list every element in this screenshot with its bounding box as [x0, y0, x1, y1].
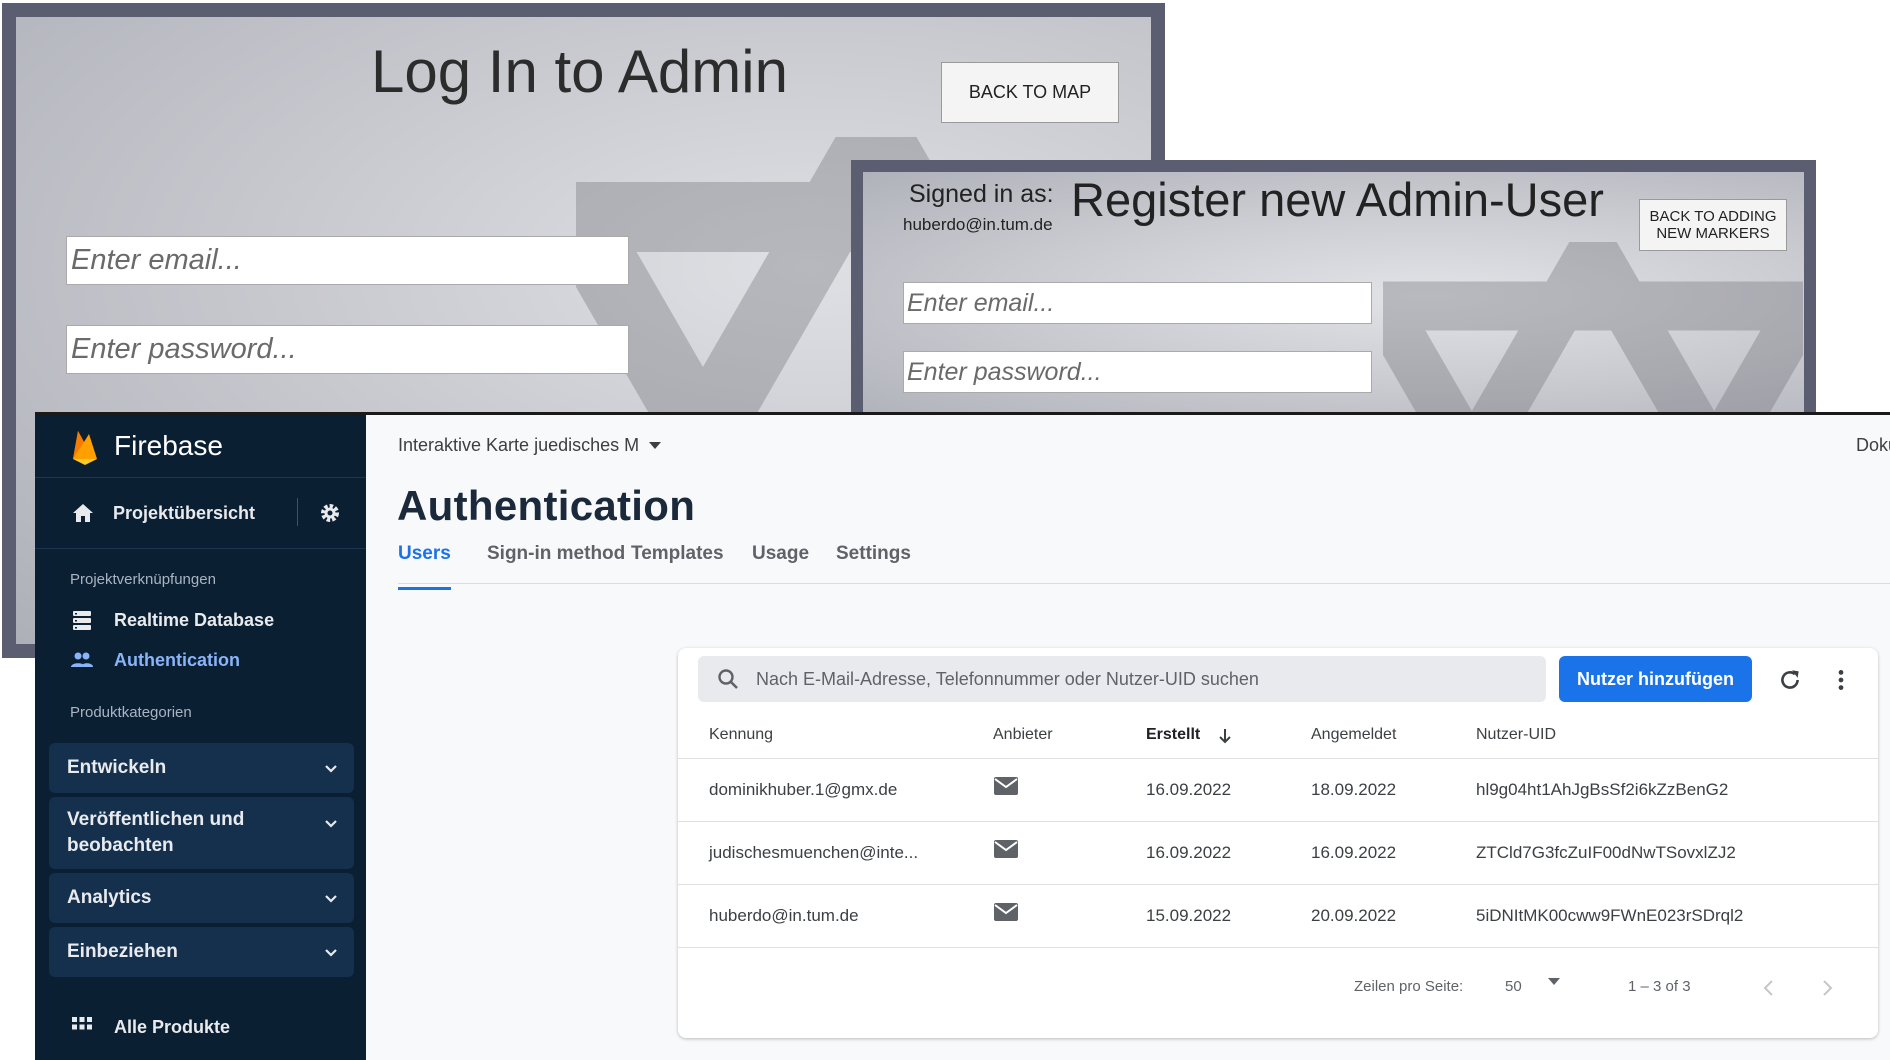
cell-kennung: huberdo@in.tum.de — [709, 906, 859, 925]
tab-bar: Users Sign-in method Templates Usage Set… — [398, 543, 1890, 590]
project-selector[interactable]: Interaktive Karte juedisches M — [398, 435, 662, 456]
search-icon — [718, 669, 738, 689]
tab-sign-in-method[interactable]: Sign-in method — [487, 543, 625, 565]
database-icon — [73, 611, 91, 630]
table-row[interactable]: dominikhuber.1@gmx.de 16.09.2022 18.09.2… — [678, 759, 1878, 822]
category-entwickeln[interactable]: Entwickeln — [49, 743, 354, 793]
cell-uid: 5iDNItMK00cww9FWnE023rSDrql2 — [1476, 906, 1744, 925]
sidebar-item-authentication[interactable]: Authentication — [70, 640, 366, 680]
tab-settings[interactable]: Settings — [836, 543, 911, 565]
tab-users[interactable]: Users — [398, 543, 451, 590]
sidebar-item-all-products[interactable]: Alle Produkte — [70, 1007, 366, 1047]
back-button-line1: BACK TO ADDING — [1649, 208, 1777, 225]
register-email-field[interactable]: Enter email... — [903, 282, 1372, 324]
cell-angemeldet: 16.09.2022 — [1311, 843, 1397, 862]
signed-in-label: Signed in as: — [909, 180, 1054, 208]
star-decoration — [1383, 242, 1803, 420]
firebase-console: Firebase Projektübersicht Projektverknüp… — [35, 412, 1890, 1060]
column-kennung[interactable]: Kennung — [709, 726, 773, 744]
sort-arrow-down-icon[interactable] — [1216, 727, 1234, 745]
tab-usage[interactable]: Usage — [752, 543, 809, 565]
table-header: Kennung Anbieter Erstellt Angemeldet Nut… — [678, 712, 1878, 759]
overview-label: Projektübersicht — [113, 502, 256, 523]
chevron-down-icon — [325, 820, 337, 828]
home-icon — [73, 504, 93, 522]
sidebar-item-realtime-database[interactable]: Realtime Database — [70, 600, 366, 640]
back-to-map-button[interactable]: BACK TO MAP — [941, 62, 1119, 123]
chevron-down-icon — [325, 895, 337, 903]
register-title: Register new Admin-User — [1071, 173, 1604, 226]
signed-in-email: huberdo@in.tum.de — [903, 215, 1053, 234]
rows-per-page-label: Zeilen pro Seite: — [1354, 978, 1464, 995]
refresh-icon[interactable] — [1777, 667, 1803, 693]
table-pagination: Zeilen pro Seite: 50 1 – 3 of 3 — [678, 968, 1878, 1008]
category-label: Analytics — [67, 887, 152, 908]
cell-angemeldet: 20.09.2022 — [1311, 906, 1397, 925]
cell-erstellt: 15.09.2022 — [1146, 906, 1232, 925]
main-content: Interaktive Karte juedisches M Doku Auth… — [366, 415, 1890, 1060]
add-user-button[interactable]: Nutzer hinzufügen — [1559, 656, 1752, 702]
mail-icon — [994, 840, 1018, 858]
search-placeholder: Nach E-Mail-Adresse, Telefonnummer oder … — [756, 668, 1259, 689]
category-einbeziehen[interactable]: Einbeziehen — [49, 927, 354, 977]
tab-templates[interactable]: Templates — [631, 543, 724, 565]
password-field[interactable]: Enter password... — [66, 325, 629, 374]
column-erstellt[interactable]: Erstellt — [1146, 726, 1200, 744]
category-label: Entwickeln — [67, 757, 167, 778]
caret-down-icon — [649, 442, 662, 449]
page-title: Authentication — [397, 482, 696, 529]
mail-icon — [994, 903, 1018, 921]
sidebar-item-label: Realtime Database — [114, 609, 275, 630]
page-range: 1 – 3 of 3 — [1628, 978, 1691, 995]
caret-down-icon[interactable] — [1548, 978, 1560, 985]
chevron-right-icon[interactable] — [1816, 977, 1838, 999]
more-vert-icon[interactable] — [1828, 667, 1854, 693]
section-product-categories: Produktkategorien — [70, 704, 192, 721]
email-field[interactable]: Enter email... — [66, 236, 629, 285]
register-background: Signed in as: huberdo@in.tum.de Register… — [863, 172, 1804, 420]
category-veroeffentlichen[interactable]: Veröffentlichen und beobachten — [49, 797, 354, 869]
chevron-left-icon[interactable] — [1758, 977, 1780, 999]
category-label: Veröffentlichen und beobachten — [67, 809, 245, 856]
brand-name: Firebase — [114, 430, 223, 461]
users-icon — [71, 652, 93, 667]
cell-uid: hl9g04ht1AhJgBsSf2i6kZzBenG2 — [1476, 780, 1729, 799]
page-title: Log In to Admin — [371, 38, 788, 105]
register-panel: Signed in as: huberdo@in.tum.de Register… — [851, 160, 1816, 420]
section-project-links: Projektverknüpfungen — [70, 571, 216, 588]
cell-erstellt: 16.09.2022 — [1146, 843, 1232, 862]
cell-angemeldet: 18.09.2022 — [1311, 780, 1397, 799]
users-card: Nach E-Mail-Adresse, Telefonnummer oder … — [678, 648, 1878, 1038]
back-to-markers-button[interactable]: BACK TO ADDING NEW MARKERS — [1639, 199, 1787, 251]
column-nutzer-uid[interactable]: Nutzer-UID — [1476, 726, 1556, 744]
cell-erstellt: 16.09.2022 — [1146, 780, 1232, 799]
cell-uid: ZTCld7G3fcZuIF00dNwTSovxlZJ2 — [1476, 843, 1736, 862]
search-input[interactable]: Nach E-Mail-Adresse, Telefonnummer oder … — [698, 656, 1546, 702]
table-row[interactable]: judischesmuenchen@inte... 16.09.2022 16.… — [678, 822, 1878, 885]
rows-per-page-select[interactable]: 50 — [1505, 978, 1522, 995]
apps-grid-icon — [72, 1017, 92, 1030]
sidebar-item-overview[interactable]: Projektübersicht — [35, 478, 366, 549]
chevron-down-icon — [325, 765, 337, 773]
cell-kennung: dominikhuber.1@gmx.de — [709, 780, 898, 799]
column-angemeldet[interactable]: Angemeldet — [1311, 726, 1396, 744]
register-password-field[interactable]: Enter password... — [903, 351, 1372, 393]
mail-icon — [994, 777, 1018, 795]
category-analytics[interactable]: Analytics — [49, 873, 354, 923]
chevron-down-icon — [325, 949, 337, 957]
back-button-line2: NEW MARKERS — [1656, 225, 1770, 242]
sidebar-item-label: Alle Produkte — [114, 1016, 231, 1037]
divider — [297, 498, 298, 526]
project-name: Interaktive Karte juedisches M — [398, 435, 640, 455]
sidebar-item-label: Authentication — [114, 649, 240, 670]
docs-link[interactable]: Doku — [1856, 435, 1890, 456]
category-label: Einbeziehen — [67, 941, 178, 962]
cell-kennung: judischesmuenchen@inte... — [709, 843, 919, 862]
gear-icon[interactable] — [318, 501, 342, 525]
column-anbieter[interactable]: Anbieter — [993, 726, 1053, 744]
table-row[interactable]: huberdo@in.tum.de 15.09.2022 20.09.2022 … — [678, 885, 1878, 948]
sidebar-header[interactable]: Firebase — [35, 415, 366, 478]
sidebar: Firebase Projektübersicht Projektverknüp… — [35, 415, 366, 1060]
firebase-logo-icon — [73, 431, 97, 465]
